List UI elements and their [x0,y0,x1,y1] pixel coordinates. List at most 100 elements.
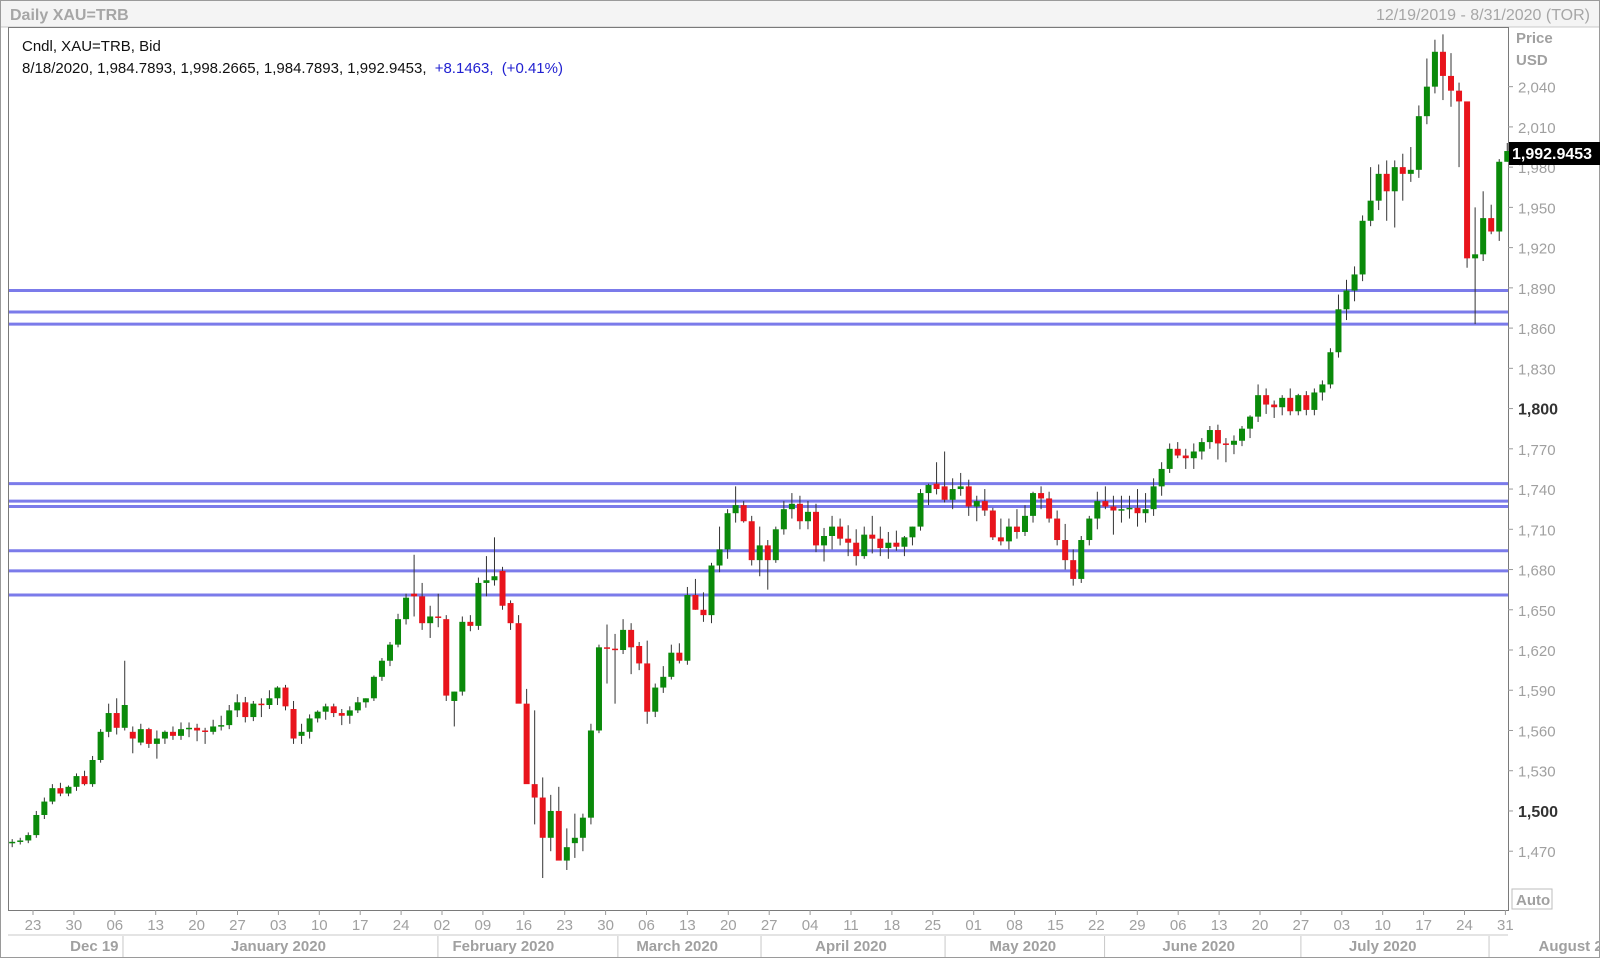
y-tick-label: 1,560 [1518,723,1556,740]
candle-body [925,485,932,494]
x-tick-label: 24 [393,917,410,934]
candle-body [1287,397,1294,412]
date-range: 12/19/2019 - 8/31/2020 (TOR) [1376,7,1590,24]
candle-body [748,521,755,561]
x-tick-label: 10 [1374,917,1391,934]
candle-body [186,727,193,730]
x-tick-label: 30 [66,917,83,934]
candle-body [676,652,683,661]
candle-body [636,645,643,664]
candle-body [1038,493,1045,499]
candle-body [467,621,474,626]
x-tick-label: 30 [597,917,614,934]
candle-body [242,702,249,718]
candle-body [1150,486,1157,510]
candle-body [620,629,627,651]
candle-body [1182,455,1189,459]
candle-body [1351,274,1358,291]
candle-body [395,619,402,645]
candle-body [121,704,128,728]
candle-body [957,486,964,490]
y-tick-label: 1,920 [1518,241,1556,258]
candle-body [1054,518,1061,541]
x-tick-label: 04 [802,917,819,934]
candle-body [33,814,40,836]
y-tick-label: 1,680 [1518,563,1556,580]
candle-body [1488,218,1495,232]
candle-body [1158,468,1165,487]
candle-body [306,718,313,732]
y-tick-label: 1,890 [1518,281,1556,298]
y-tick-label: 2,040 [1518,80,1556,97]
candle-body [1078,540,1085,579]
candle-body [161,731,168,739]
candle-body [1214,430,1221,444]
candle-body [17,840,24,842]
candle-body [1263,395,1270,405]
candle-body [483,580,490,583]
candle-body [1391,167,1398,192]
candle-body [1046,498,1053,519]
month-label: May 2020 [989,938,1056,955]
y-tick-label: 1,830 [1518,361,1556,378]
candle-body [1030,493,1037,516]
x-tick-label: 24 [1456,917,1473,934]
candle-body [346,710,353,716]
plot-area[interactable] [8,27,1509,911]
legend-change-pct: (+0.41%) [502,60,563,77]
candle-body [419,596,426,624]
candle-body [539,797,546,838]
candle-body [1423,86,1430,117]
candle-body [1110,506,1117,511]
candle-body [57,788,64,794]
candle-body [362,698,369,703]
y-tick-label: 1,590 [1518,683,1556,700]
candle-body [1174,448,1181,456]
x-tick-label: 11 [843,917,859,934]
candle-body [41,801,48,815]
candle-body [177,729,184,736]
legend-ohlc: 8/18/2020, 1,984.7893, 1,998.2665, 1,984… [22,60,427,77]
candle-body [1399,167,1406,174]
candle-body [829,526,836,536]
auto-scale-label: Auto [1516,892,1550,909]
candle-body [1439,51,1446,76]
price-chart[interactable]: Daily XAU=TRB 12/19/2019 - 8/31/2020 (TO… [0,0,1600,958]
x-tick-label: 25 [924,917,941,934]
candle-body [49,788,56,802]
x-tick-label: 27 [761,917,778,934]
candle-body [153,738,160,744]
candle-body [1021,515,1028,532]
candle-body [1279,397,1286,408]
candle-body [804,511,811,522]
x-tick-label: 03 [270,917,287,934]
candle-body [1134,507,1141,514]
candle-body [523,703,530,785]
month-label: Dec 19 [70,938,118,955]
candle-body [1407,169,1414,174]
candle-body [595,647,602,731]
candle-body [1448,75,1455,91]
candle-body [218,725,225,727]
candle-body [1142,509,1149,514]
candle-body [1255,395,1262,417]
candle-body [732,505,739,514]
month-label: August 2020 [1539,938,1600,955]
y-tick-label: 1,950 [1518,200,1556,217]
x-tick-label: 03 [1333,917,1350,934]
month-label: June 2020 [1162,938,1235,955]
month-label: March 2020 [636,938,718,955]
candle-body [547,810,554,838]
candle-body [861,534,868,557]
candle-body [1456,90,1463,102]
candle-body [756,545,763,561]
candle-body [1335,309,1342,353]
candle-body [354,702,361,711]
y-tick-label: 1,500 [1518,804,1558,821]
candle-body [427,616,434,624]
candle-body [378,660,385,677]
candle-body [579,817,586,838]
y-tick-label: 1,740 [1518,482,1556,499]
x-tick-label: 20 [1252,917,1269,934]
title-bar [1,1,1599,27]
